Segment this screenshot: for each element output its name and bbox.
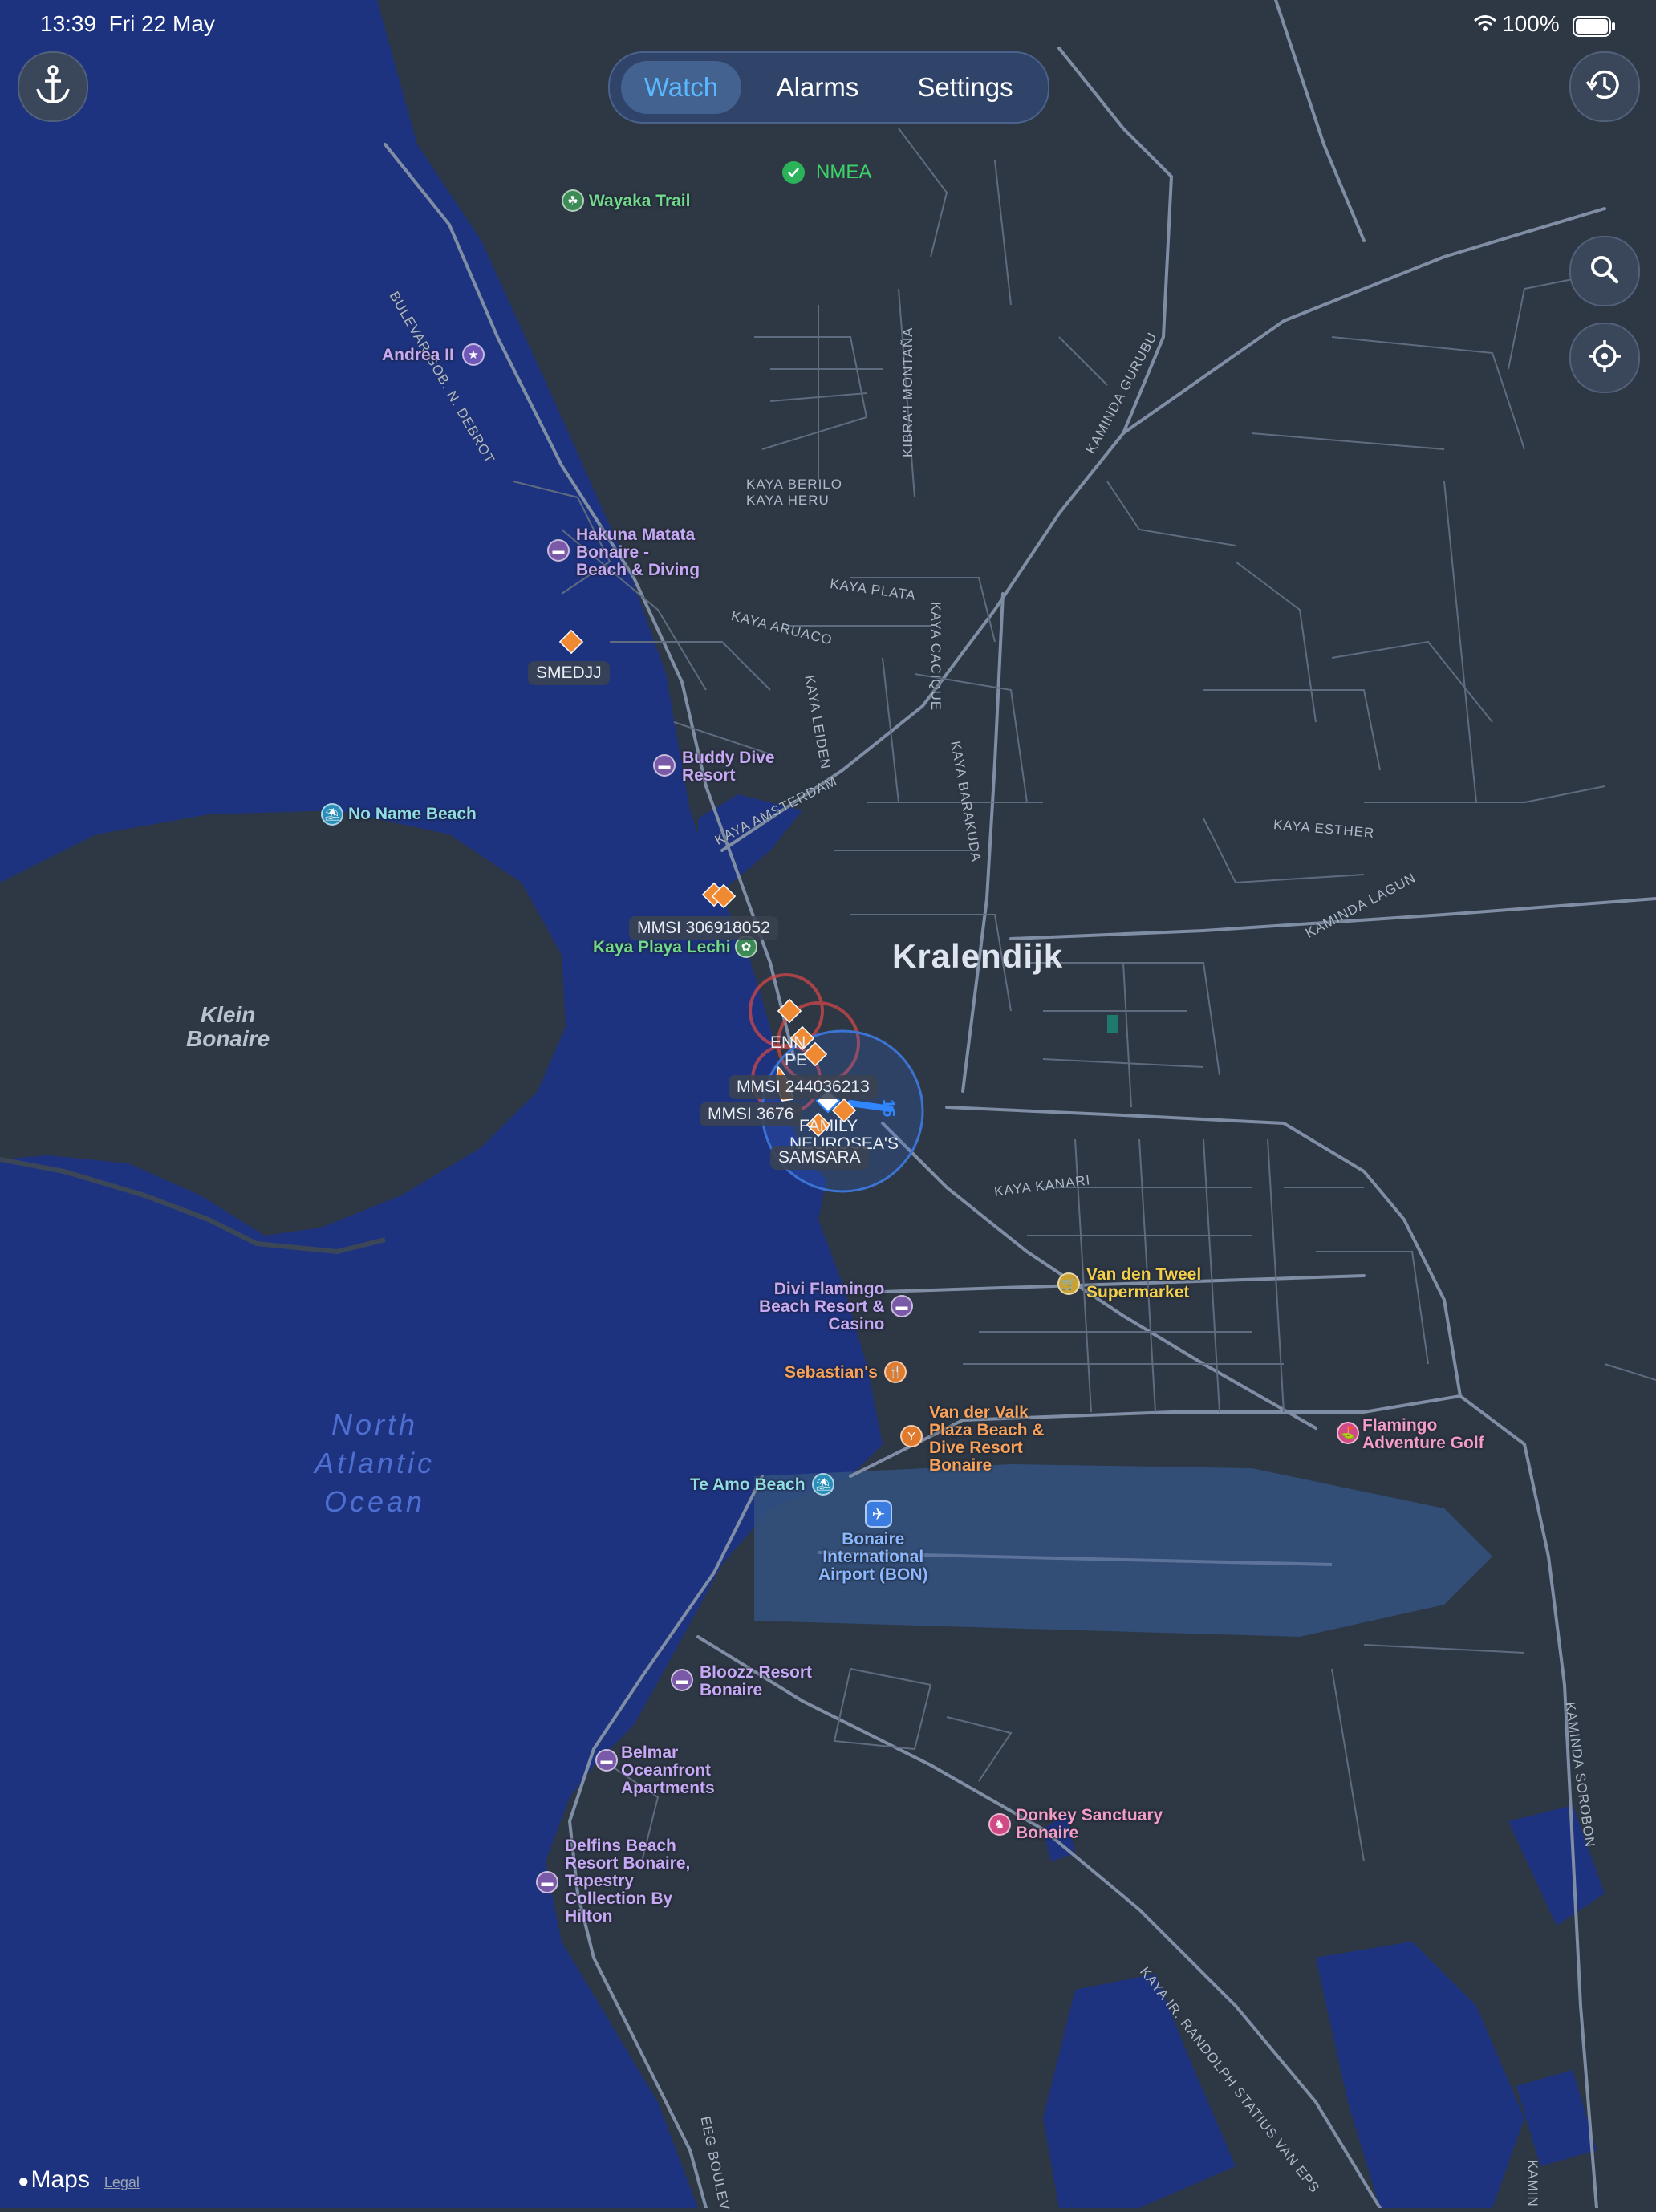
anchor-button[interactable] <box>18 51 88 122</box>
hotel-icon[interactable]: ▬ <box>671 1669 693 1691</box>
poi-no-name-beach[interactable]: No Name Beach <box>348 806 477 823</box>
poi-hakuna-matata[interactable]: Hakuna Matata Bonaire - Beach & Diving <box>576 526 700 579</box>
hotel-icon[interactable]: ▬ <box>653 754 676 777</box>
nmea-label: NMEA <box>816 161 872 183</box>
trail-icon[interactable]: ☘ <box>562 189 584 212</box>
apple-icon: ● <box>18 2170 30 2192</box>
status-time: 13:39 Fri 22 May <box>40 11 215 36</box>
poi-buddy-dive[interactable]: Buddy Dive Resort <box>682 749 775 785</box>
poi-divi-flamingo[interactable]: Divi Flamingo Beach Resort & Casino <box>759 1281 884 1333</box>
poi-sebastians[interactable]: Sebastian's <box>785 1364 878 1382</box>
hotel-icon[interactable]: ▬ <box>891 1295 913 1317</box>
search-button[interactable] <box>1569 236 1640 306</box>
vessel-tag-mmsi-3676[interactable]: MMSI 3676 <box>700 1102 802 1126</box>
shopping-cart-icon[interactable]: 🛒 <box>1057 1272 1080 1295</box>
poi-flamingo-golf[interactable]: Flamingo Adventure Golf <box>1362 1417 1484 1452</box>
ocean-label: North Atlantic Ocean <box>315 1408 436 1518</box>
golf-icon[interactable]: ⛳ <box>1337 1422 1359 1444</box>
poi-belmar[interactable]: Belmar Oceanfront Apartments <box>621 1744 715 1797</box>
road-label: KAMIN <box>1525 2160 1540 2207</box>
road-label: KIBRA'I MONTAÑA <box>900 327 915 457</box>
restaurant-icon[interactable]: 🍴 <box>884 1361 907 1383</box>
poi-te-amo-beach[interactable]: Te Amo Beach <box>690 1476 806 1494</box>
crosshair-icon <box>1587 339 1622 378</box>
cocktail-icon[interactable]: Y <box>900 1425 923 1447</box>
history-button[interactable] <box>1569 51 1640 122</box>
wifi-icon <box>1473 13 1497 39</box>
road-label: KAYA HERU <box>746 493 830 508</box>
poi-wayaka-trail[interactable]: Wayaka Trail <box>589 193 690 210</box>
star-icon[interactable]: ★ <box>462 343 485 366</box>
tab-alarms[interactable]: Alarms <box>757 61 878 114</box>
vessel-tag-mmsi-244036213[interactable]: MMSI 244036213 <box>729 1075 878 1099</box>
vessel-tag-enn[interactable]: ENN <box>770 1033 806 1053</box>
battery-percent: 100% <box>1502 11 1560 36</box>
battery-icon <box>1573 16 1616 43</box>
hotel-icon[interactable]: ▬ <box>547 539 570 562</box>
city-label: Kralendijk <box>892 937 1064 975</box>
poi-airport[interactable]: Bonaire International Airport (BON) <box>818 1531 927 1584</box>
maps-brand: Maps <box>30 2166 90 2193</box>
poi-donkey-sanctuary[interactable]: Donkey Sanctuary Bonaire <box>1016 1807 1163 1842</box>
poi-kaya-playa-lechi[interactable]: Kaya Playa Lechi <box>593 939 731 956</box>
vessel-tag-samsara[interactable]: SAMSARA <box>770 1146 869 1170</box>
anchor-icon <box>34 64 71 109</box>
tab-watch[interactable]: Watch <box>621 61 741 114</box>
vessel-tag-smedjj[interactable]: SMEDJJ <box>528 661 610 685</box>
road-label: KAYA BERILO <box>746 477 842 492</box>
vessel-tag-mmsi-306918052[interactable]: MMSI 306918052 <box>629 916 778 940</box>
hotel-icon[interactable]: ▬ <box>536 1871 558 1893</box>
vessel-tag-pe[interactable]: PE <box>785 1051 807 1070</box>
legal-link[interactable]: Legal <box>104 2174 140 2191</box>
anchor-distance-label: 15 <box>879 1099 897 1118</box>
mode-segmented-control: Watch Alarms Settings <box>608 51 1049 124</box>
poi-andrea-ii[interactable]: Andrea II <box>382 347 454 364</box>
poi-van-der-valk[interactable]: Van der Valk Plaza Beach & Dive Resort B… <box>929 1404 1045 1475</box>
beach-icon[interactable]: ⛱ <box>321 803 343 826</box>
airplane-icon[interactable]: ✈ <box>865 1500 892 1528</box>
poi-van-den-tweel[interactable]: Van den Tweel Supermarket <box>1086 1266 1201 1301</box>
road-label: KAYA CACIQUE <box>928 602 944 712</box>
poi-delfins[interactable]: Delfins Beach Resort Bonaire, Tapestry C… <box>565 1837 690 1926</box>
vessel-tag-family[interactable]: FAMILY <box>799 1117 858 1136</box>
poi-bloozz-resort[interactable]: Bloozz Resort Bonaire <box>700 1664 812 1699</box>
search-icon <box>1589 254 1621 290</box>
maps-attribution: ● Maps Legal <box>18 2166 140 2194</box>
checkmark-icon <box>782 161 805 184</box>
tab-settings[interactable]: Settings <box>897 61 1033 114</box>
hotel-icon[interactable]: ▬ <box>595 1749 618 1772</box>
history-icon <box>1585 66 1624 108</box>
island-label: Klein Bonaire <box>186 1002 270 1051</box>
locate-button[interactable] <box>1569 323 1640 393</box>
nmea-status: NMEA <box>782 161 871 184</box>
map-canvas[interactable] <box>0 0 1656 2208</box>
animal-icon[interactable]: ♞ <box>988 1813 1011 1836</box>
beach-icon[interactable]: ⛱ <box>812 1473 834 1496</box>
